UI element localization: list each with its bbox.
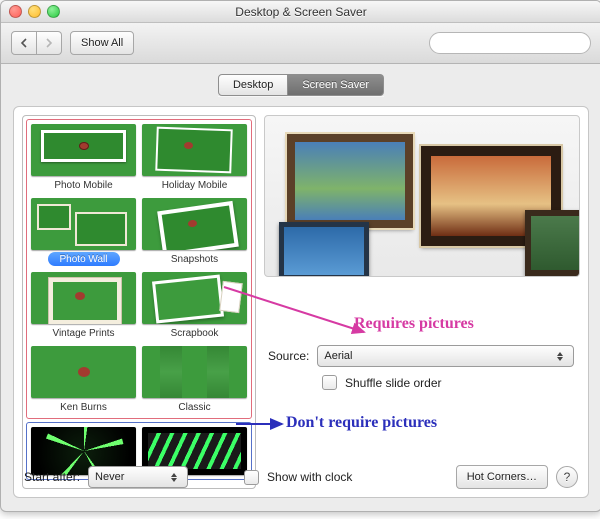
traffic-lights — [9, 5, 60, 18]
show-clock-checkbox[interactable] — [244, 470, 259, 485]
preview-frame — [279, 222, 369, 277]
tab-screensaver[interactable]: Screen Saver — [288, 74, 384, 96]
hot-corners-button[interactable]: Hot Corners… — [456, 465, 548, 489]
close-icon[interactable] — [9, 5, 22, 18]
forward-button[interactable] — [37, 31, 62, 55]
shuffle-row: Shuffle slide order — [268, 375, 574, 390]
bottom-row: Start after: Never Show with clock Hot C… — [24, 465, 578, 489]
source-label: Source: — [268, 349, 309, 363]
window-title: Desktop & Screen Saver — [1, 5, 600, 19]
show-clock-label: Show with clock — [267, 470, 352, 484]
search-field[interactable] — [440, 36, 586, 50]
start-after-popup[interactable]: Never — [88, 466, 188, 488]
chevron-left-icon — [20, 38, 28, 48]
search-input[interactable] — [429, 32, 591, 54]
shuffle-checkbox[interactable] — [322, 375, 337, 390]
start-after-label: Start after: — [24, 470, 80, 484]
help-button[interactable]: ? — [556, 466, 578, 488]
chevron-updown-icon — [167, 473, 181, 482]
show-all-button[interactable]: Show All — [70, 31, 134, 55]
nav-segment — [11, 31, 62, 55]
tab-desktop[interactable]: Desktop — [218, 74, 288, 96]
shuffle-label: Shuffle slide order — [345, 376, 442, 390]
content-panel: Photo Mobile Holiday Mobile Photo Wall S… — [13, 106, 589, 498]
zoom-icon[interactable] — [47, 5, 60, 18]
screensaver-item-snapshots[interactable]: Snapshots — [140, 196, 249, 268]
screensaver-item-classic[interactable]: Classic — [140, 344, 249, 416]
screensaver-preview[interactable] — [264, 115, 580, 277]
source-value: Aerial — [324, 350, 352, 362]
preview-frame — [525, 210, 580, 276]
chevron-updown-icon — [553, 352, 567, 361]
preview-column: Source: Aerial Shuffle slide order — [264, 115, 580, 489]
tab-row: Desktop Screen Saver — [1, 64, 600, 96]
screensaver-item-photo-mobile[interactable]: Photo Mobile — [29, 122, 138, 194]
preview-frame — [287, 134, 413, 228]
screensaver-list-column: Photo Mobile Holiday Mobile Photo Wall S… — [22, 115, 256, 489]
group-requires-pictures: Photo Mobile Holiday Mobile Photo Wall S… — [26, 119, 252, 419]
screensaver-item-photo-wall[interactable]: Photo Wall — [29, 196, 138, 268]
tab-segment: Desktop Screen Saver — [218, 74, 384, 96]
screensaver-item-vintage-prints[interactable]: Vintage Prints — [29, 270, 138, 342]
toolbar: Show All — [1, 23, 600, 64]
start-after-value: Never — [95, 471, 124, 483]
back-button[interactable] — [11, 31, 37, 55]
screensaver-grid[interactable]: Photo Mobile Holiday Mobile Photo Wall S… — [22, 115, 256, 489]
screensaver-item-scrapbook[interactable]: Scrapbook — [140, 270, 249, 342]
minimize-icon[interactable] — [28, 5, 41, 18]
prefs-window: Desktop & Screen Saver Show All Desktop … — [0, 0, 600, 512]
chevron-right-icon — [45, 38, 53, 48]
screensaver-item-holiday-mobile[interactable]: Holiday Mobile — [140, 122, 249, 194]
source-popup[interactable]: Aerial — [317, 345, 574, 367]
titlebar: Desktop & Screen Saver — [1, 1, 600, 23]
screensaver-item-ken-burns[interactable]: Ken Burns — [29, 344, 138, 416]
source-row: Source: Aerial — [268, 345, 574, 367]
